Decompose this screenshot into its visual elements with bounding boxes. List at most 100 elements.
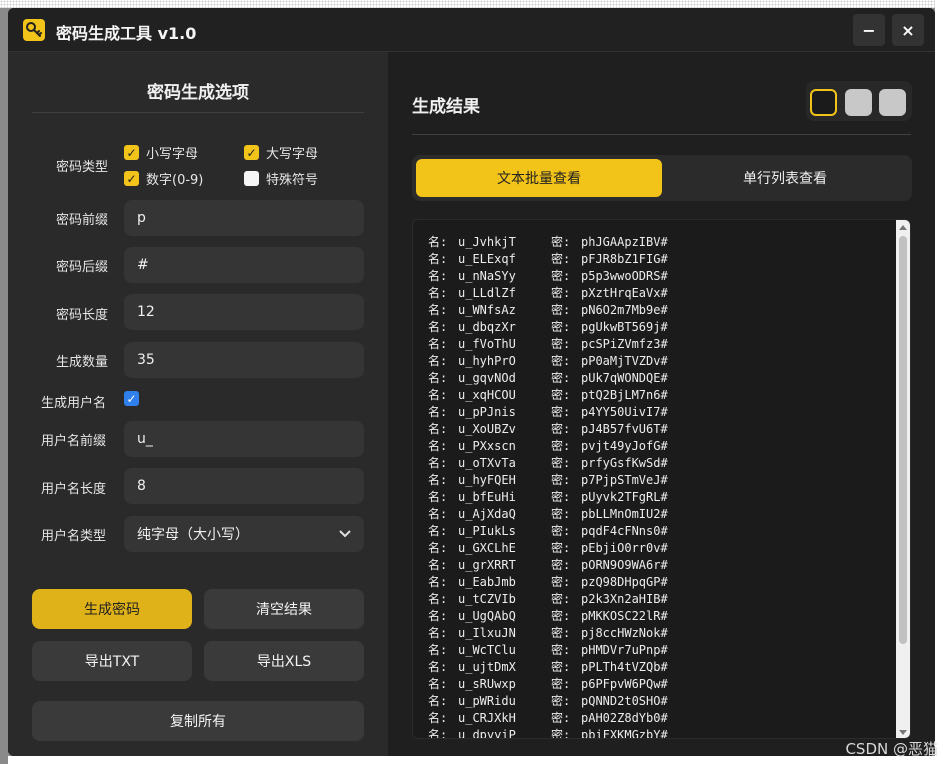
scroll-down-icon[interactable] <box>899 730 907 735</box>
password-value: pbiFXKMGzbY# <box>581 728 668 739</box>
minimize-button[interactable]: − <box>853 14 885 46</box>
unchecked-box-icon <box>244 171 259 186</box>
password-value: pgUkwBT569j# <box>581 320 668 334</box>
light-theme-swatch[interactable] <box>845 89 872 116</box>
result-row: 名: u_JvhkjT 密: phJGAApzIBV# <box>428 234 668 251</box>
username-prefix-input[interactable]: u_ <box>124 421 364 457</box>
digits-checkbox[interactable]: ✓ 数字(0-9) <box>124 169 203 188</box>
password-key: 密: <box>551 371 571 385</box>
username-value: u_sRUwxp <box>458 677 516 691</box>
username-key: 名: <box>428 303 448 317</box>
password-key: 密: <box>551 575 571 589</box>
desktop-edge-bottom <box>0 756 943 764</box>
username-value: u_xqHCOU <box>458 388 516 402</box>
username-key: 名: <box>428 507 448 521</box>
copy-all-button[interactable]: 复制所有 <box>32 701 364 741</box>
scroll-thumb[interactable] <box>899 236 907 644</box>
generate-button[interactable]: 生成密码 <box>32 589 192 629</box>
password-value: pPLTh4tVZQb# <box>581 660 668 674</box>
result-row: 名: u_xqHCOU 密: ptQ2BjLM7n6# <box>428 387 668 404</box>
username-value: u_pPJnis <box>458 405 516 419</box>
username-value: u_WNfsAz <box>458 303 516 317</box>
username-value: u_ujtDmX <box>458 660 516 674</box>
username-key: 名: <box>428 354 448 368</box>
results-panel: 生成结果 文本批量查看 单行列表查看 名: u_JvhkjT 密: phJGAApzI… <box>388 52 935 756</box>
tab-batch-text[interactable]: 文本批量查看 <box>416 159 662 197</box>
theme-switcher <box>806 81 912 121</box>
password-key: 密: <box>551 507 571 521</box>
uppercase-checkbox[interactable]: ✓ 大写字母 <box>244 143 318 162</box>
username-key: 名: <box>428 473 448 487</box>
username-length-input[interactable]: 8 <box>124 468 364 504</box>
result-row: 名: u_WcTClu 密: pHMDVr7uPnp# <box>428 642 668 659</box>
username-key: 名: <box>428 694 448 708</box>
password-value: pbLLMnOmIU2# <box>581 507 668 521</box>
password-value: pFJR8bZ1FIG# <box>581 252 668 266</box>
username-key: 名: <box>428 337 448 351</box>
scroll-up-icon[interactable] <box>899 225 907 230</box>
result-row: 名: u_IlxuJN 密: pj8ccHWzNok# <box>428 625 668 642</box>
result-row: 名: u_GXCLhE 密: pEbjiO0rr0v# <box>428 540 668 557</box>
result-row: 名: u_dpyyiP 密: pbiFXKMGzbY# <box>428 727 668 739</box>
username-value: u_UgQAbQ <box>458 609 516 623</box>
password-key: 密: <box>551 439 571 453</box>
username-value: u_dpyyiP <box>458 728 516 739</box>
username-value: u_hyhPrO <box>458 354 516 368</box>
username-key: 名: <box>428 456 448 470</box>
count-input[interactable]: 35 <box>124 342 364 378</box>
password-value: pqdF4cFNns0# <box>581 524 668 538</box>
password-key: 密: <box>551 405 571 419</box>
password-key: 密: <box>551 558 571 572</box>
password-prefix-input[interactable]: p <box>124 200 364 236</box>
password-value: p4YY50UivI7# <box>581 405 668 419</box>
lowercase-checkbox[interactable]: ✓ 小写字母 <box>124 143 198 162</box>
result-row: 名: u_EabJmb 密: pzQ98DHpqGP# <box>428 574 668 591</box>
username-key: 名: <box>428 439 448 453</box>
checkmark-icon: ✓ <box>124 391 139 406</box>
result-row: 名: u_UgQAbQ 密: pMKKOSC22lR# <box>428 608 668 625</box>
username-type-select[interactable]: 纯字母（大小写） <box>124 516 364 552</box>
password-key: 密: <box>551 456 571 470</box>
generate-username-checkbox[interactable]: ✓ <box>124 391 139 406</box>
uppercase-label: 大写字母 <box>266 147 319 162</box>
results-scrollbar[interactable] <box>896 220 910 738</box>
password-key: 密: <box>551 490 571 504</box>
result-row: 名: u_pPJnis 密: p4YY50UivI7# <box>428 404 668 421</box>
password-suffix-input[interactable]: # <box>124 247 364 283</box>
dark-theme-swatch[interactable] <box>810 89 837 116</box>
export-xls-button[interactable]: 导出XLS <box>204 641 364 681</box>
gray-theme-swatch[interactable] <box>879 89 906 116</box>
result-row: 名: u_AjXdaQ 密: pbLLMnOmIU2# <box>428 506 668 523</box>
password-value: p5p3wwoODRS# <box>581 269 668 283</box>
options-panel: 密码生成选项 密码类型 ✓ 小写字母 ✓ 大写字母 ✓ 数字(0-9) 特殊符号… <box>8 52 388 756</box>
password-length-input[interactable]: 12 <box>124 294 364 330</box>
results-divider <box>412 134 911 135</box>
password-value: pj8ccHWzNok# <box>581 626 668 640</box>
lowercase-label: 小写字母 <box>146 147 199 162</box>
symbols-checkbox[interactable]: 特殊符号 <box>244 169 318 188</box>
username-key: 名: <box>428 558 448 572</box>
close-button[interactable]: × <box>892 14 924 46</box>
clear-button[interactable]: 清空结果 <box>204 589 364 629</box>
username-key: 名: <box>428 269 448 283</box>
tab-single-list[interactable]: 单行列表查看 <box>662 159 908 197</box>
password-type-label: 密码类型 <box>56 160 109 175</box>
username-prefix-label: 用户名前缀 <box>41 434 107 449</box>
username-type-label: 用户名类型 <box>41 529 107 544</box>
results-textarea[interactable]: 名: u_JvhkjT 密: phJGAApzIBV# 名: u_ELExqf 密: pFJR… <box>412 219 911 739</box>
username-value: u_PXxscn <box>458 439 516 453</box>
password-key: 密: <box>551 524 571 538</box>
username-key: 名: <box>428 626 448 640</box>
password-value: phJGAApzIBV# <box>581 235 668 249</box>
export-txt-button[interactable]: 导出TXT <box>32 641 192 681</box>
result-row: 名: u_CRJXkH 密: pAH02Z8dYb0# <box>428 710 668 727</box>
password-key: 密: <box>551 609 571 623</box>
password-value: pAH02Z8dYb0# <box>581 711 668 725</box>
password-key: 密: <box>551 660 571 674</box>
password-value: ptQ2BjLM7n6# <box>581 388 668 402</box>
title-bar: 密码生成工具 v1.0 − × <box>8 8 935 52</box>
symbols-label: 特殊符号 <box>266 173 319 188</box>
password-value: pMKKOSC22lR# <box>581 609 668 623</box>
password-value: pN6O2m7Mb9e# <box>581 303 668 317</box>
username-key: 名: <box>428 711 448 725</box>
